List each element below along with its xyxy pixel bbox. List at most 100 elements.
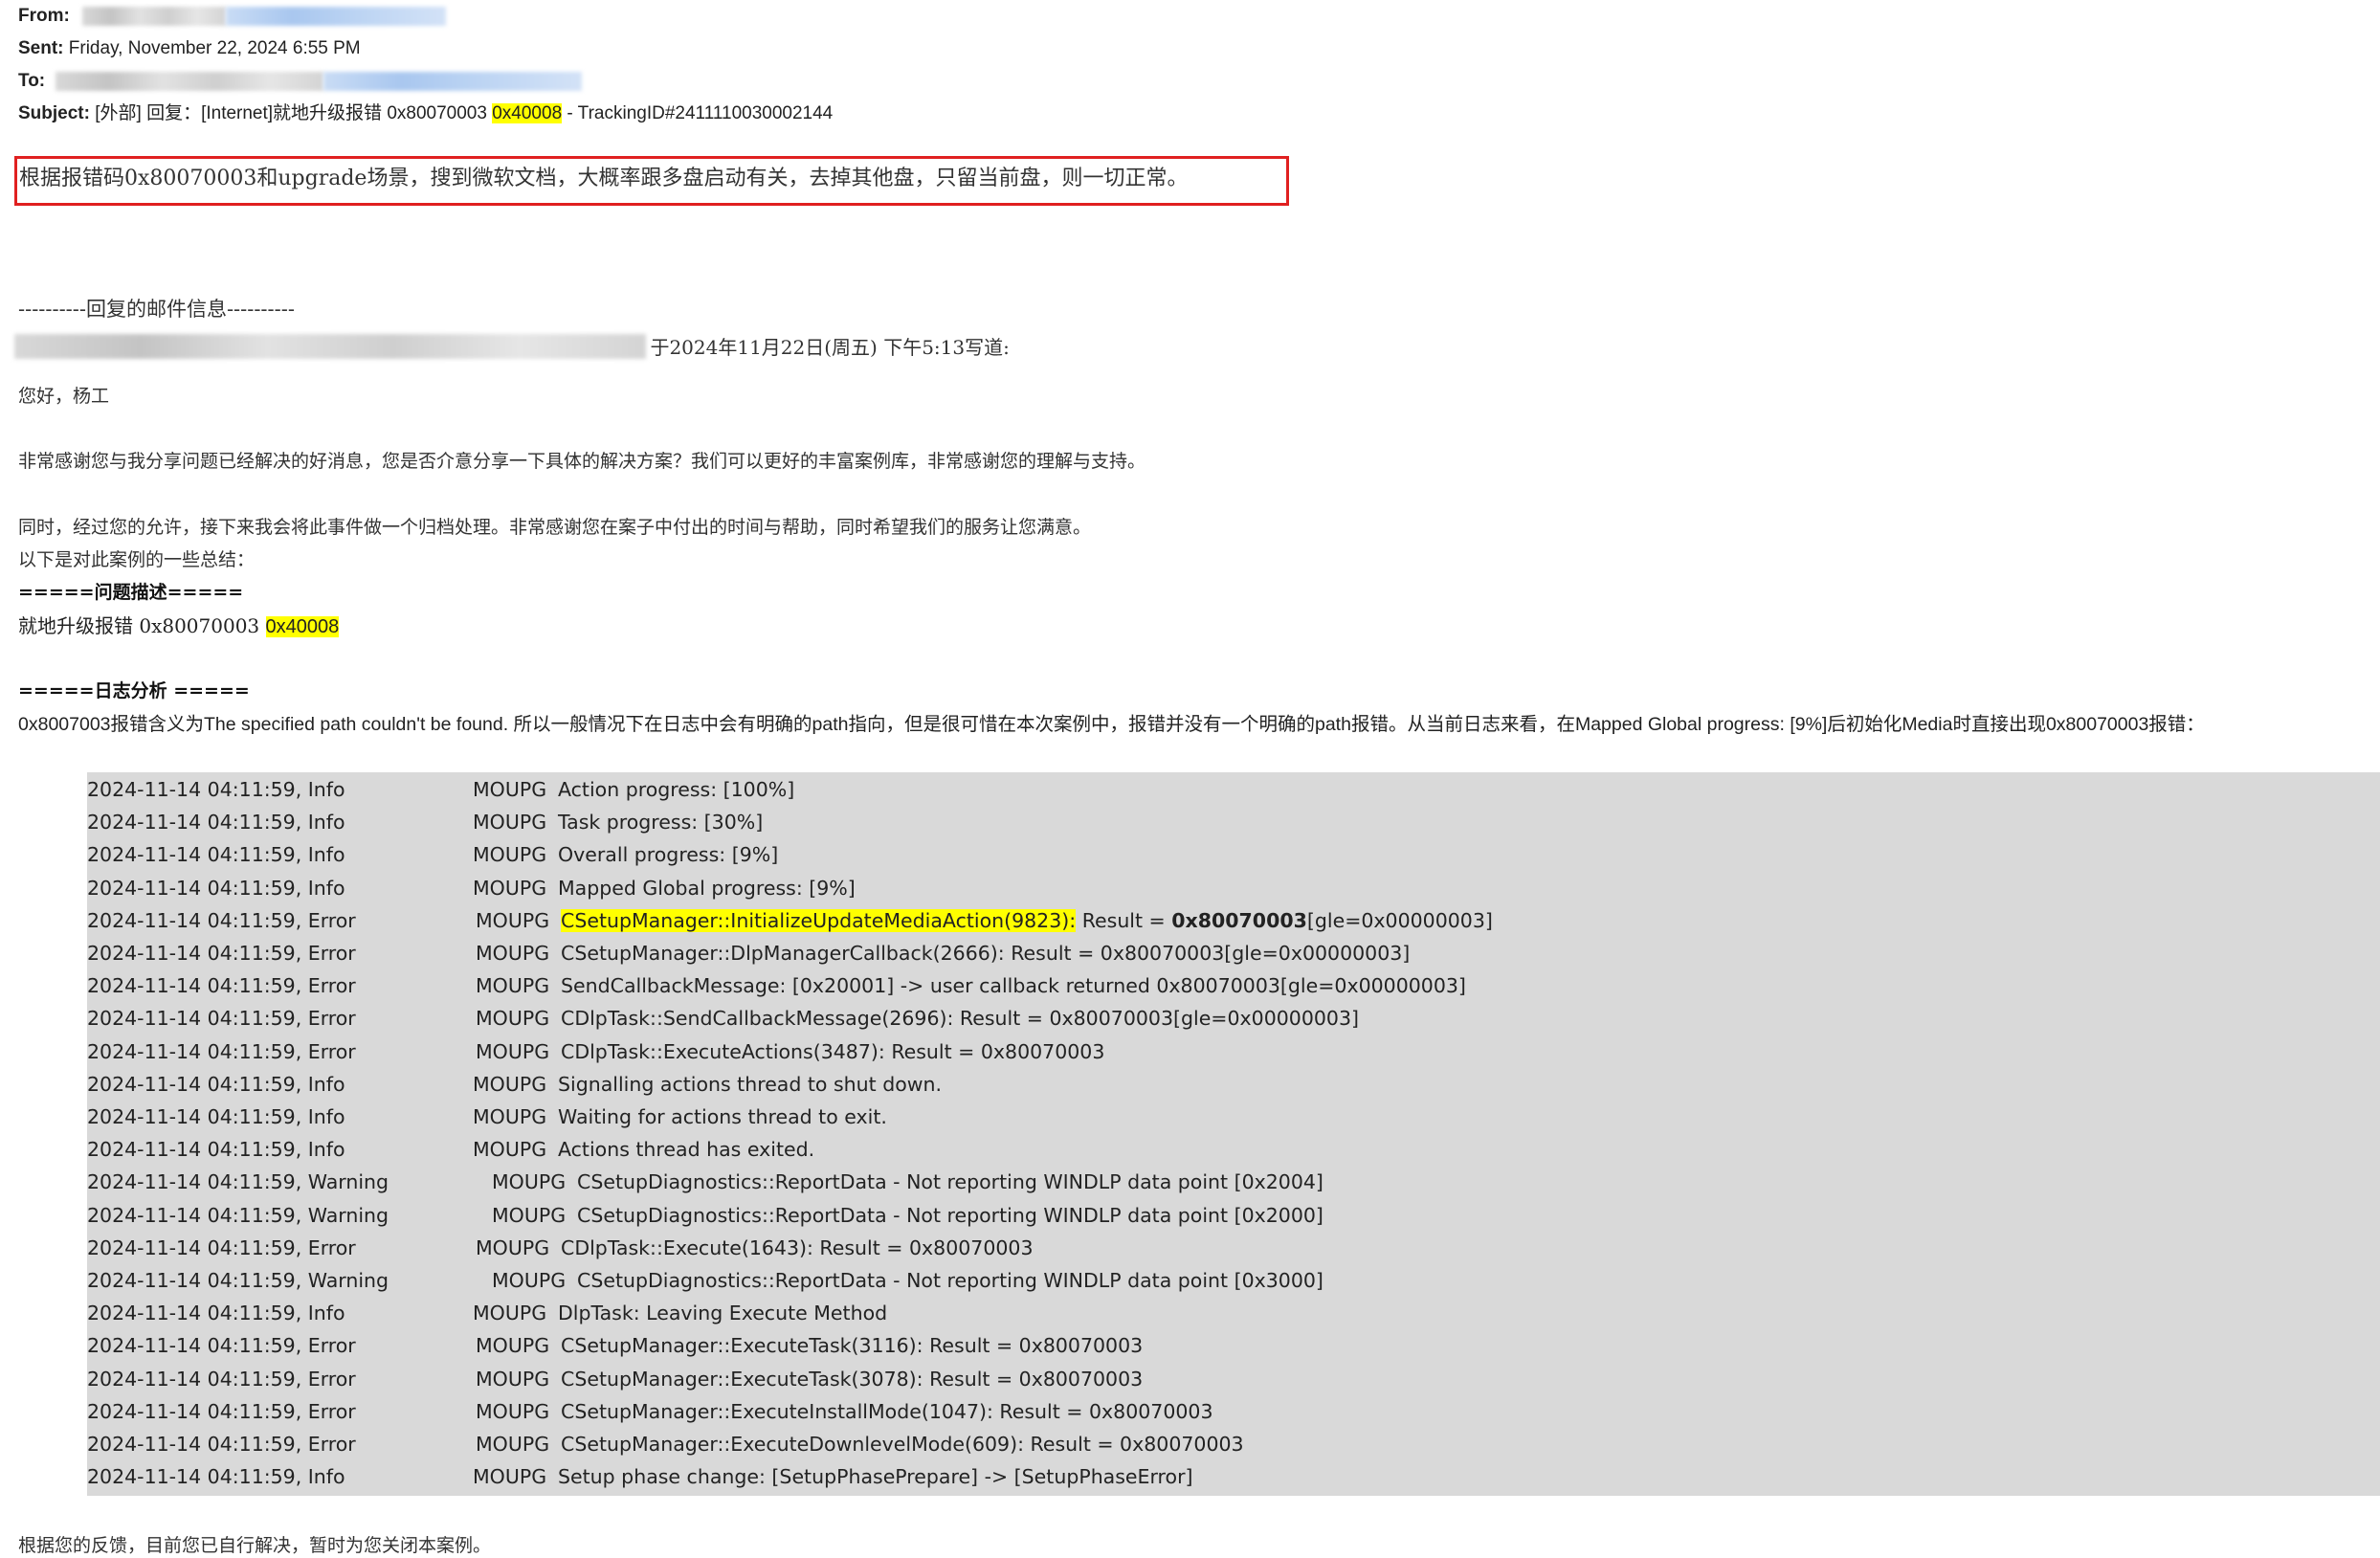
log-source: MOUPG [492, 1203, 567, 1227]
log-source: MOUPG [473, 1302, 547, 1325]
log-source: MOUPG [473, 1465, 547, 1489]
log-timestamp: 2024-11-14 04:11:59, Error [87, 1334, 356, 1358]
log-analysis-text: 0x8007003报错含义为The specified path couldn'… [18, 714, 2205, 735]
log-message: Mapped Global progress: [9%] [558, 876, 856, 900]
log-timestamp: 2024-11-14 04:11:59, Info [87, 1105, 345, 1128]
log-timestamp: 2024-11-14 04:11:59, Error [87, 1433, 356, 1456]
log-timestamp: 2024-11-14 04:11:59, Error [87, 974, 356, 998]
log-source: MOUPG [476, 1039, 550, 1063]
redacted-recipients [56, 71, 324, 91]
log-timestamp: 2024-11-14 04:11:59, Info [87, 876, 345, 900]
log-timestamp: 2024-11-14 04:11:59, Error [87, 942, 356, 965]
log-source: MOUPG [473, 778, 547, 801]
log-message: CDlpTask::ExecuteActions(3487): Result =… [561, 1039, 1105, 1063]
log-message: Waiting for actions thread to exit. [558, 1105, 887, 1128]
thanks-paragraph: 非常感谢您与我分享问题已经解决的好消息，您是否介意分享一下具体的解决方案？我们可… [18, 451, 1146, 472]
subject-suffix: - TrackingID#2411110030002144 [562, 103, 834, 123]
log-source: MOUPG [476, 1007, 550, 1031]
log-source: MOUPG [492, 1269, 567, 1292]
log-source: MOUPG [476, 1433, 550, 1456]
sent-label: Sent: [18, 38, 64, 58]
problem-heading: =====问题描述===== [18, 582, 244, 603]
log-message: CSetupManager::InitializeUpdateMediaActi… [561, 904, 1493, 937]
log-timestamp: 2024-11-14 04:11:59, Error [87, 908, 356, 932]
log-message: Overall progress: [9%] [558, 843, 779, 867]
log-message-tail: [gle=0x00000003] [1306, 908, 1493, 932]
log-message: DlpTask: Leaving Execute Method [558, 1302, 888, 1325]
redacted-recipient-address [323, 71, 583, 91]
problem-description: 就地升级报错 0x80070003 0x40008 [18, 612, 340, 640]
log-timestamp: 2024-11-14 04:11:59, Error [87, 1399, 356, 1423]
summary-intro: 以下是对此案例的一些总结： [18, 549, 256, 570]
from-line: From: [18, 5, 447, 28]
to-label: To: [18, 71, 46, 91]
from-label: From: [18, 6, 70, 26]
redacted-sender-address [226, 6, 447, 26]
log-highlight: CSetupManager::InitializeUpdateMediaActi… [561, 908, 1077, 932]
to-line: To: [18, 70, 583, 93]
log-message: Setup phase change: [SetupPhasePrepare] … [558, 1465, 1193, 1489]
log-timestamp: 2024-11-14 04:11:59, Error [87, 1235, 356, 1259]
log-timestamp: 2024-11-14 04:11:59, Info [87, 1138, 345, 1162]
log-source: MOUPG [476, 974, 550, 998]
log-timestamp: 2024-11-14 04:11:59, Error [87, 1367, 356, 1391]
log-message: CSetupManager::DlpManagerCallback(2666):… [561, 942, 1411, 965]
log-source: MOUPG [473, 1138, 547, 1162]
log-source: MOUPG [476, 908, 550, 932]
problem-highlight: 0x40008 [265, 616, 340, 637]
archive-paragraph: 同时，经过您的允许，接下来我会将此事件做一个归档处理。非常感谢您在案子中付出的时… [18, 517, 1092, 538]
log-source: MOUPG [492, 1170, 567, 1194]
reply-text: 根据报错码0x80070003和upgrade场景，搜到微软文档，大概率跟多盘启… [19, 167, 1189, 190]
closing-text: 根据您的反馈，目前您已自行解决，暂时为您关闭本案例。 [18, 1535, 492, 1556]
log-timestamp: 2024-11-14 04:11:59, Info [87, 1072, 345, 1096]
log-timestamp: 2024-11-14 04:11:59, Warning [87, 1269, 389, 1292]
greeting: 您好，杨工 [18, 386, 110, 407]
log-source: MOUPG [473, 843, 547, 867]
problem-text: 就地升级报错 0x80070003 [18, 614, 266, 637]
subject-highlight: 0x40008 [492, 103, 563, 123]
log-source: MOUPG [476, 1399, 550, 1423]
log-timestamp: 2024-11-14 04:11:59, Info [87, 843, 345, 867]
log-message: CDlpTask::SendCallbackMessage(2696): Res… [561, 1007, 1359, 1031]
reply-separator: ----------回复的邮件信息---------- [18, 298, 295, 321]
log-source: MOUPG [473, 811, 547, 835]
log-excerpt: 2024-11-14 04:11:59, Info MOUPG Action pro… [87, 772, 2380, 1496]
log-source: MOUPG [476, 1367, 550, 1391]
log-error-code: 0x80070003 [1171, 908, 1307, 932]
log-message: CSetupManager::ExecuteTask(3116): Result… [561, 1334, 1144, 1358]
log-timestamp: 2024-11-14 04:11:59, Info [87, 1465, 345, 1489]
log-source: MOUPG [473, 1072, 547, 1096]
log-message: CSetupDiagnostics::ReportData - Not repo… [577, 1170, 1323, 1194]
quote-header: 于2024年11月22日(周五) 下午5:13写道: [14, 332, 1010, 361]
quote-date-line: 于2024年11月22日(周五) 下午5:13写道: [650, 336, 1010, 359]
log-source: MOUPG [473, 1105, 547, 1128]
log-timestamp: 2024-11-14 04:11:59, Info [87, 811, 345, 835]
log-source: MOUPG [476, 942, 550, 965]
log-timestamp: 2024-11-14 04:11:59, Warning [87, 1170, 389, 1194]
log-source: MOUPG [476, 1235, 550, 1259]
log-message: CSetupManager::ExecuteDownlevelMode(609)… [561, 1433, 1244, 1456]
redacted-quoted-sender [14, 333, 646, 359]
log-message: CSetupManager::ExecuteTask(3078): Result… [561, 1367, 1144, 1391]
log-message: CSetupDiagnostics::ReportData - Not repo… [577, 1203, 1323, 1227]
log-source: MOUPG [473, 876, 547, 900]
log-message: Task progress: [30%] [558, 811, 764, 835]
redacted-sender-name [82, 6, 227, 26]
log-message: SendCallbackMessage: [0x20001] -> user c… [561, 974, 1466, 998]
log-timestamp: 2024-11-14 04:11:59, Info [87, 1302, 345, 1325]
log-message: CSetupDiagnostics::ReportData - Not repo… [577, 1269, 1323, 1292]
log-timestamp: 2024-11-14 04:11:59, Error [87, 1039, 356, 1063]
log-message: CSetupManager::ExecuteInstallMode(1047):… [561, 1399, 1213, 1423]
log-message: CDlpTask::Execute(1643): Result = 0x8007… [561, 1235, 1034, 1259]
sent-value: Friday, November 22, 2024 6:55 PM [68, 38, 361, 58]
subject-prefix: [外部] 回复：[Internet]就地升级报错 0x80070003 [95, 103, 493, 123]
sent-line: Sent: Friday, November 22, 2024 6:55 PM [18, 37, 361, 60]
log-message: Actions thread has exited. [558, 1138, 815, 1162]
log-timestamp: 2024-11-14 04:11:59, Warning [87, 1203, 389, 1227]
log-source: MOUPG [476, 1334, 550, 1358]
log-heading: =====日志分析 ===== [18, 680, 250, 701]
log-timestamp: 2024-11-14 04:11:59, Error [87, 1007, 356, 1031]
log-message: Action progress: [100%] [558, 778, 795, 801]
log-message: Signalling actions thread to shut down. [558, 1072, 943, 1096]
log-timestamp: 2024-11-14 04:11:59, Info [87, 778, 345, 801]
